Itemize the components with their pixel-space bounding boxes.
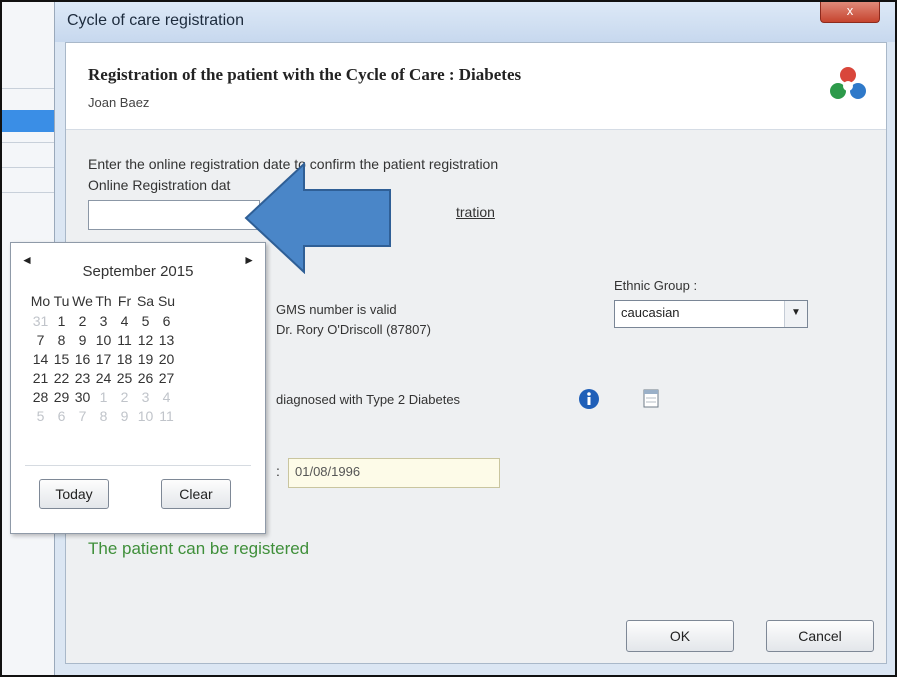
calendar-day[interactable]: 9 (114, 408, 135, 424)
weekday-header: Sa (136, 293, 155, 309)
calendar-day[interactable]: 2 (72, 313, 93, 329)
calendar-day[interactable]: 5 (30, 408, 51, 424)
calendar-day[interactable]: 6 (51, 408, 72, 424)
close-button[interactable]: x (820, 2, 880, 23)
registration-link[interactable]: tration (456, 204, 495, 220)
clear-button[interactable]: Clear (161, 479, 231, 509)
calendar-day[interactable]: 4 (114, 313, 135, 329)
calendar-day[interactable]: 2 (114, 389, 135, 405)
calendar-day[interactable]: 29 (51, 389, 72, 405)
calendar-day[interactable]: 24 (93, 370, 114, 386)
online-registration-date-input[interactable] (88, 200, 260, 230)
status-message: The patient can be registered (88, 539, 310, 558)
calendar-day[interactable]: 10 (135, 408, 156, 424)
weekday-header: Fr (117, 293, 132, 309)
calendar-day[interactable]: 9 (72, 332, 93, 348)
calendar-day[interactable]: 5 (135, 313, 156, 329)
calendar-day[interactable]: 13 (156, 332, 177, 348)
weekday-header: Su (157, 293, 176, 309)
chevron-down-icon[interactable]: ▼ (784, 301, 807, 327)
calendar-day[interactable]: 4 (156, 389, 177, 405)
diagnosis-date-value: 01/08/1996 (295, 464, 361, 479)
weekday-header: Mo (30, 293, 51, 309)
dialog-header: Registration of the patient with the Cyc… (66, 43, 886, 130)
window-title: Cycle of care registration (67, 12, 244, 29)
calendar-day[interactable]: 26 (135, 370, 156, 386)
patient-name: Joan Baez (88, 95, 150, 110)
calendar-month-label: September 2015 (82, 263, 194, 280)
calendar-day[interactable]: 1 (93, 389, 114, 405)
calendar-day[interactable]: 20 (156, 351, 177, 367)
calendar-day[interactable]: 11 (114, 332, 135, 348)
calendar-day[interactable]: 10 (93, 332, 114, 348)
calendar-day[interactable]: 28 (30, 389, 51, 405)
ethnic-group-value: caucasian (621, 305, 680, 320)
calendar-day[interactable]: 1 (51, 313, 72, 329)
screen: Cycle of care registration x Registratio… (0, 0, 897, 677)
calendar-day[interactable]: 12 (135, 332, 156, 348)
calendar-day[interactable]: 21 (30, 370, 51, 386)
calendar-day[interactable]: 6 (156, 313, 177, 329)
background-divider (2, 192, 62, 193)
cancel-button[interactable]: Cancel (766, 620, 874, 652)
doctor-text: Dr. Rory O'Driscoll (87807) (276, 322, 431, 337)
calendar-icon[interactable] (643, 388, 659, 408)
info-icon[interactable] (578, 388, 600, 410)
care-cycle-logo-icon (830, 67, 866, 99)
calendar-day[interactable]: 30 (72, 389, 93, 405)
dialog-heading: Registration of the patient with the Cyc… (88, 65, 522, 84)
diagnosis-text: diagnosed with Type 2 Diabetes (276, 392, 461, 407)
weekday-header: Tu (53, 293, 70, 309)
ethnic-group-label: Ethnic Group : (614, 278, 698, 293)
background-selected-row (2, 110, 62, 132)
date-picker-popup: ◄ ► September 2015 Mo Tu We Th Fr Sa Su … (10, 242, 266, 534)
background-divider (2, 167, 62, 168)
ok-button[interactable]: OK (626, 620, 734, 652)
calendar-day[interactable]: 14 (30, 351, 51, 367)
calendar-day[interactable]: 16 (72, 351, 93, 367)
calendar-divider (25, 465, 251, 466)
calendar-day[interactable]: 7 (30, 332, 51, 348)
calendar-day[interactable]: 3 (93, 313, 114, 329)
calendar-day[interactable]: 15 (51, 351, 72, 367)
weekday-header: Th (95, 293, 112, 309)
calendar-day[interactable]: 31 (30, 313, 51, 329)
calendar-day[interactable]: 8 (93, 408, 114, 424)
annotation-arrow-icon (244, 162, 391, 274)
calendar-day[interactable]: 17 (93, 351, 114, 367)
title-bar: Cycle of care registration x (55, 2, 895, 42)
calendar-day[interactable]: 19 (135, 351, 156, 367)
background-divider (2, 142, 62, 143)
ethnic-group-select[interactable]: caucasian ▼ (614, 300, 808, 328)
close-icon: x (846, 3, 854, 18)
weekday-header: We (72, 293, 93, 309)
calendar-day[interactable]: 25 (114, 370, 135, 386)
calendar-day[interactable]: 3 (135, 389, 156, 405)
today-button[interactable]: Today (39, 479, 109, 509)
calendar-day[interactable]: 8 (51, 332, 72, 348)
calendar-day[interactable]: 7 (72, 408, 93, 424)
calendar-day[interactable]: 23 (72, 370, 93, 386)
diagnosis-date-colon: : (276, 463, 280, 479)
online-registration-date-label: Online Registration dat (88, 177, 231, 193)
calendar-day[interactable]: 27 (156, 370, 177, 386)
background-divider (2, 88, 62, 89)
gms-status-text: GMS number is valid (276, 302, 397, 317)
calendar-day[interactable]: 18 (114, 351, 135, 367)
calendar-day[interactable]: 22 (51, 370, 72, 386)
calendar-day[interactable]: 11 (156, 408, 177, 424)
diagnosis-date-input[interactable]: 01/08/1996 (288, 458, 500, 488)
